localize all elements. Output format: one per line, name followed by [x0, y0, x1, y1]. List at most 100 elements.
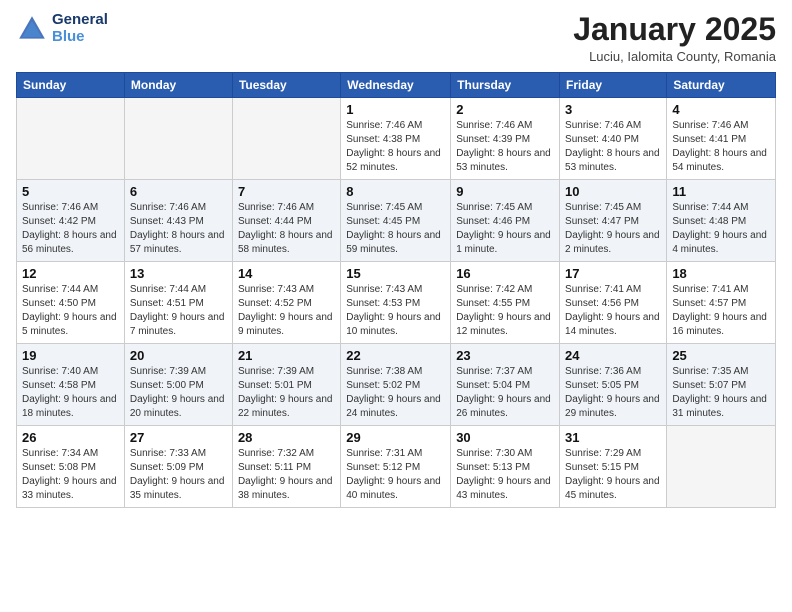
day-info: Sunrise: 7:39 AM Sunset: 5:01 PM Dayligh… — [238, 365, 335, 421]
logo-icon — [16, 13, 48, 45]
table-row: 24 Sunrise: 7:36 AM Sunset: 5:05 PM Dayli… — [560, 344, 667, 426]
calendar-table: Sunday Monday Tuesday Wednesday Thursday… — [16, 72, 776, 508]
table-row: 16Sunrise: 7:42 AM Sunset: 4:55 PM Dayli… — [451, 262, 560, 344]
day-info: Sunrise: 7:45 AM Sunset: 4:46 PM Dayligh… — [456, 201, 554, 257]
logo-text: General Blue — [52, 12, 108, 45]
day-number: 12 — [22, 266, 119, 281]
header: General Blue January 2025 Luciu, Ialomit… — [16, 12, 776, 64]
day-info: Sunrise: 7:45 AM Sunset: 4:47 PM Dayligh… — [565, 201, 661, 257]
table-row: 5 Sunrise: 7:46 AM Sunset: 4:42 PM Daylig… — [17, 180, 125, 262]
col-saturday: Saturday — [667, 73, 776, 98]
table-row: 9 Sunrise: 7:45 AM Sunset: 4:46 PM Daylig… — [451, 180, 560, 262]
table-row: 14 Sunrise: 7:43 AM Sunset: 4:52 PM Dayli… — [232, 262, 340, 344]
day-number: 22 — [346, 348, 445, 363]
table-row: 11 Sunrise: 7:44 AM Sunset: 4:48 PM Dayli… — [667, 180, 776, 262]
table-row: 19 Sunrise: 7:40 AM Sunset: 4:58 PM Dayli… — [17, 344, 125, 426]
day-number: 1 — [346, 102, 445, 117]
col-thursday: Thursday — [451, 73, 560, 98]
table-row: 29Sunrise: 7:31 AM Sunset: 5:12 PM Dayli… — [341, 426, 451, 508]
table-row: 3 Sunrise: 7:46 AM Sunset: 4:40 PM Daylig… — [560, 98, 667, 180]
day-info: Sunrise: 7:33 AM Sunset: 5:09 PM Dayligh… — [130, 447, 227, 503]
calendar-week-row: 5 Sunrise: 7:46 AM Sunset: 4:42 PM Daylig… — [17, 180, 776, 262]
table-row: 13Sunrise: 7:44 AM Sunset: 4:51 PM Dayli… — [124, 262, 232, 344]
day-info: Sunrise: 7:35 AM Sunset: 5:07 PM Dayligh… — [672, 365, 770, 421]
day-number: 23 — [456, 348, 554, 363]
day-number: 11 — [672, 184, 770, 199]
day-number: 27 — [130, 430, 227, 445]
day-info: Sunrise: 7:45 AM Sunset: 4:45 PM Dayligh… — [346, 201, 445, 257]
logo: General Blue — [16, 12, 108, 45]
day-number: 19 — [22, 348, 119, 363]
day-info: Sunrise: 7:40 AM Sunset: 4:58 PM Dayligh… — [22, 365, 119, 421]
table-row — [17, 98, 125, 180]
day-info: Sunrise: 7:46 AM Sunset: 4:42 PM Dayligh… — [22, 201, 119, 257]
table-row — [124, 98, 232, 180]
day-info: Sunrise: 7:46 AM Sunset: 4:39 PM Dayligh… — [456, 119, 554, 175]
table-row: 26Sunrise: 7:34 AM Sunset: 5:08 PM Dayli… — [17, 426, 125, 508]
day-info: Sunrise: 7:46 AM Sunset: 4:38 PM Dayligh… — [346, 119, 445, 175]
day-info: Sunrise: 7:34 AM Sunset: 5:08 PM Dayligh… — [22, 447, 119, 503]
day-number: 21 — [238, 348, 335, 363]
table-row: 6 Sunrise: 7:46 AM Sunset: 4:43 PM Daylig… — [124, 180, 232, 262]
day-number: 17 — [565, 266, 661, 281]
day-number: 9 — [456, 184, 554, 199]
table-row: 4Sunrise: 7:46 AM Sunset: 4:41 PM Daylig… — [667, 98, 776, 180]
day-number: 7 — [238, 184, 335, 199]
table-row — [232, 98, 340, 180]
day-info: Sunrise: 7:41 AM Sunset: 4:57 PM Dayligh… — [672, 283, 770, 339]
table-row: 12 Sunrise: 7:44 AM Sunset: 4:50 PM Dayli… — [17, 262, 125, 344]
table-row: 2Sunrise: 7:46 AM Sunset: 4:39 PM Daylig… — [451, 98, 560, 180]
day-info: Sunrise: 7:36 AM Sunset: 5:05 PM Dayligh… — [565, 365, 661, 421]
day-number: 3 — [565, 102, 661, 117]
calendar-week-row: 19 Sunrise: 7:40 AM Sunset: 4:58 PM Dayli… — [17, 344, 776, 426]
location: Luciu, Ialomita County, Romania — [573, 49, 776, 64]
table-row: 15 Sunrise: 7:43 AM Sunset: 4:53 PM Dayli… — [341, 262, 451, 344]
table-row: 25 Sunrise: 7:35 AM Sunset: 5:07 PM Dayli… — [667, 344, 776, 426]
day-number: 31 — [565, 430, 661, 445]
day-info: Sunrise: 7:44 AM Sunset: 4:50 PM Dayligh… — [22, 283, 119, 339]
calendar-header-row: Sunday Monday Tuesday Wednesday Thursday… — [17, 73, 776, 98]
table-row: 17 Sunrise: 7:41 AM Sunset: 4:56 PM Dayli… — [560, 262, 667, 344]
day-number: 13 — [130, 266, 227, 281]
day-info: Sunrise: 7:43 AM Sunset: 4:53 PM Dayligh… — [346, 283, 445, 339]
page: General Blue January 2025 Luciu, Ialomit… — [0, 0, 792, 612]
day-info: Sunrise: 7:46 AM Sunset: 4:43 PM Dayligh… — [130, 201, 227, 257]
col-monday: Monday — [124, 73, 232, 98]
table-row: 20 Sunrise: 7:39 AM Sunset: 5:00 PM Dayli… — [124, 344, 232, 426]
table-row: 1 Sunrise: 7:46 AM Sunset: 4:38 PM Daylig… — [341, 98, 451, 180]
day-number: 20 — [130, 348, 227, 363]
day-number: 28 — [238, 430, 335, 445]
day-info: Sunrise: 7:29 AM Sunset: 5:15 PM Dayligh… — [565, 447, 661, 503]
day-info: Sunrise: 7:46 AM Sunset: 4:44 PM Dayligh… — [238, 201, 335, 257]
col-friday: Friday — [560, 73, 667, 98]
table-row — [667, 426, 776, 508]
table-row: 21 Sunrise: 7:39 AM Sunset: 5:01 PM Dayli… — [232, 344, 340, 426]
day-info: Sunrise: 7:30 AM Sunset: 5:13 PM Dayligh… — [456, 447, 554, 503]
day-number: 18 — [672, 266, 770, 281]
day-info: Sunrise: 7:46 AM Sunset: 4:41 PM Dayligh… — [672, 119, 770, 175]
table-row: 30 Sunrise: 7:30 AM Sunset: 5:13 PM Dayli… — [451, 426, 560, 508]
day-number: 30 — [456, 430, 554, 445]
day-number: 25 — [672, 348, 770, 363]
header-right: January 2025 Luciu, Ialomita County, Rom… — [573, 12, 776, 64]
day-info: Sunrise: 7:41 AM Sunset: 4:56 PM Dayligh… — [565, 283, 661, 339]
day-number: 5 — [22, 184, 119, 199]
table-row: 23Sunrise: 7:37 AM Sunset: 5:04 PM Dayli… — [451, 344, 560, 426]
day-number: 24 — [565, 348, 661, 363]
day-info: Sunrise: 7:39 AM Sunset: 5:00 PM Dayligh… — [130, 365, 227, 421]
day-info: Sunrise: 7:44 AM Sunset: 4:48 PM Dayligh… — [672, 201, 770, 257]
day-number: 6 — [130, 184, 227, 199]
table-row: 18 Sunrise: 7:41 AM Sunset: 4:57 PM Dayli… — [667, 262, 776, 344]
day-info: Sunrise: 7:46 AM Sunset: 4:40 PM Dayligh… — [565, 119, 661, 175]
table-row: 27 Sunrise: 7:33 AM Sunset: 5:09 PM Dayli… — [124, 426, 232, 508]
calendar-week-row: 26Sunrise: 7:34 AM Sunset: 5:08 PM Dayli… — [17, 426, 776, 508]
day-number: 10 — [565, 184, 661, 199]
day-info: Sunrise: 7:43 AM Sunset: 4:52 PM Dayligh… — [238, 283, 335, 339]
table-row: 10 Sunrise: 7:45 AM Sunset: 4:47 PM Dayli… — [560, 180, 667, 262]
day-number: 8 — [346, 184, 445, 199]
day-number: 15 — [346, 266, 445, 281]
day-number: 14 — [238, 266, 335, 281]
day-info: Sunrise: 7:42 AM Sunset: 4:55 PM Dayligh… — [456, 283, 554, 339]
day-info: Sunrise: 7:38 AM Sunset: 5:02 PM Dayligh… — [346, 365, 445, 421]
day-info: Sunrise: 7:32 AM Sunset: 5:11 PM Dayligh… — [238, 447, 335, 503]
